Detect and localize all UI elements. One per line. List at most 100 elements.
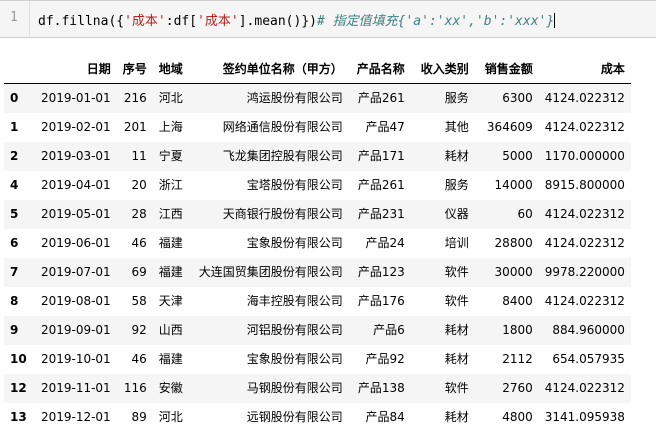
company-cell: 海丰控股有限公司 [246, 294, 343, 308]
row-index: 0 [10, 91, 19, 105]
row-index: 4 [10, 178, 19, 192]
sales-cell: 60 [517, 207, 533, 221]
sales-cell: 2760 [502, 381, 533, 395]
table-header-row: 日期 序号 地域 签约单位名称（甲方） 产品名称 收入类别 销售金额 成本 [4, 55, 631, 84]
sales-cell: 4800 [502, 410, 533, 424]
code-string: '成本' [197, 14, 239, 29]
code-cell[interactable]: 1 df.fillna({'成本':df['成本'].mean()})# 指定值… [0, 0, 656, 38]
region-cell: 河北 [158, 410, 183, 424]
row-index: 1 [10, 120, 19, 134]
date-cell: 2019-04-01 [40, 178, 111, 192]
seq-cell: 28 [131, 207, 147, 221]
date-cell: 2019-12-01 [40, 410, 111, 424]
sales-cell: 2112 [502, 352, 533, 366]
dataframe-table: 日期 序号 地域 签约单位名称（甲方） 产品名称 收入类别 销售金额 成本 0 2019-01-… [4, 55, 631, 432]
region-cell: 江西 [158, 207, 183, 221]
date-cell: 2019-11-01 [40, 381, 111, 395]
product-cell: 产品92 [365, 352, 405, 366]
seq-cell: 46 [131, 352, 147, 366]
company-cell: 飞龙集团控股有限公司 [222, 149, 343, 163]
cost-cell: 4124.022312 [544, 207, 625, 221]
code-editor-line[interactable]: df.fillna({'成本':df['成本'].mean()})# 指定值填充… [38, 10, 556, 29]
seq-cell: 69 [131, 265, 147, 279]
text-cursor [554, 13, 556, 28]
date-cell: 2019-02-01 [40, 120, 111, 134]
seq-cell: 116 [123, 381, 147, 395]
date-cell: 2019-08-01 [40, 294, 111, 308]
company-cell: 宝塔股份有限公司 [246, 178, 343, 192]
table-row: 4 2019-04-01 20 浙江 宝塔股份有限公司 产品261 服务 14000 8915.… [4, 171, 631, 200]
table-row: 5 2019-05-01 28 江西 天商银行股份有限公司 产品231 仪器 60 4124.0… [4, 200, 631, 229]
region-cell: 山西 [158, 323, 183, 337]
sales-cell: 364609 [486, 120, 533, 134]
type-cell: 耗材 [444, 149, 469, 163]
cost-cell: 9978.220000 [544, 265, 625, 279]
seq-cell: 92 [131, 323, 147, 337]
region-cell: 河北 [158, 91, 183, 105]
type-cell: 耗材 [444, 323, 469, 337]
table-row: 6 2019-06-01 46 福建 宝象股份有限公司 产品24 培训 28800 4124.0… [4, 229, 631, 258]
date-cell: 2019-09-01 [40, 323, 111, 337]
code-string: '成本' [124, 14, 166, 29]
region-cell: 天津 [158, 294, 183, 308]
seq-cell: 11 [131, 149, 147, 163]
row-index: 7 [10, 265, 19, 279]
product-cell: 产品171 [357, 149, 405, 163]
seq-cell: 20 [131, 178, 147, 192]
sales-cell: 6300 [502, 91, 533, 105]
cost-cell: 4124.022312 [544, 120, 625, 134]
table-row: 13 2019-12-01 89 河北 远钢股份有限公司 产品84 耗材 4800 3141.0… [4, 403, 631, 432]
column-header: 序号 [116, 55, 153, 84]
cost-cell: 1170.000000 [544, 149, 625, 163]
seq-cell: 201 [123, 120, 147, 134]
type-cell: 软件 [444, 294, 469, 308]
type-cell: 软件 [444, 381, 469, 395]
table-row: 2 2019-03-01 11 宁夏 飞龙集团控股有限公司 产品171 耗材 5000 1170… [4, 142, 631, 171]
table-row: 1 2019-02-01 201 上海 网络通信股份有限公司 产品47 其他 364609 41… [4, 113, 631, 142]
date-cell: 2019-06-01 [40, 236, 111, 250]
row-index: 6 [10, 236, 19, 250]
column-header: 日期 [32, 55, 117, 84]
date-cell: 2019-07-01 [40, 265, 111, 279]
row-index: 13 [10, 410, 27, 424]
product-cell: 产品24 [365, 236, 405, 250]
table-row: 8 2019-08-01 58 天津 海丰控股有限公司 产品176 软件 8400 4124.0… [4, 287, 631, 316]
product-cell: 产品6 [373, 323, 405, 337]
sales-cell: 28800 [494, 236, 533, 250]
company-cell: 大连国贸集团股份有限公司 [198, 265, 343, 279]
type-cell: 服务 [444, 178, 469, 192]
table-row: 10 2019-10-01 46 福建 宝象股份有限公司 产品92 耗材 2112 654.05… [4, 345, 631, 374]
type-cell: 耗材 [444, 410, 469, 424]
cost-cell: 3141.095938 [544, 410, 625, 424]
sales-cell: 8400 [502, 294, 533, 308]
code-token: :df[ [165, 14, 198, 29]
table-row: 0 2019-01-01 216 河北 鸿运股份有限公司 产品261 服务 6300 4124.… [4, 83, 631, 113]
table-row: 9 2019-09-01 92 山西 河铝股份有限公司 产品6 耗材 1800 884.9600… [4, 316, 631, 345]
type-cell: 其他 [444, 120, 469, 134]
region-cell: 宁夏 [158, 149, 183, 163]
sales-cell: 14000 [494, 178, 533, 192]
cost-cell: 4124.022312 [544, 91, 625, 105]
row-index: 5 [10, 207, 19, 221]
product-cell: 产品84 [365, 410, 405, 424]
company-cell: 宝象股份有限公司 [246, 236, 343, 250]
product-cell: 产品261 [357, 91, 405, 105]
seq-cell: 89 [131, 410, 147, 424]
line-number: 1 [10, 10, 18, 25]
type-cell: 服务 [444, 91, 469, 105]
company-cell: 网络通信股份有限公司 [222, 120, 343, 134]
region-cell: 浙江 [158, 178, 183, 192]
product-cell: 产品261 [357, 178, 405, 192]
cost-cell: 884.960000 [552, 323, 625, 337]
product-cell: 产品123 [357, 265, 405, 279]
cost-cell: 4124.022312 [544, 381, 625, 395]
date-cell: 2019-01-01 [40, 91, 111, 105]
company-cell: 远钢股份有限公司 [246, 410, 343, 424]
product-cell: 产品176 [357, 294, 405, 308]
row-index: 10 [10, 352, 27, 366]
company-cell: 河铝股份有限公司 [246, 323, 343, 337]
product-cell: 产品138 [357, 381, 405, 395]
company-cell: 宝象股份有限公司 [246, 352, 343, 366]
column-header: 收入类别 [410, 55, 475, 84]
product-cell: 产品231 [357, 207, 405, 221]
